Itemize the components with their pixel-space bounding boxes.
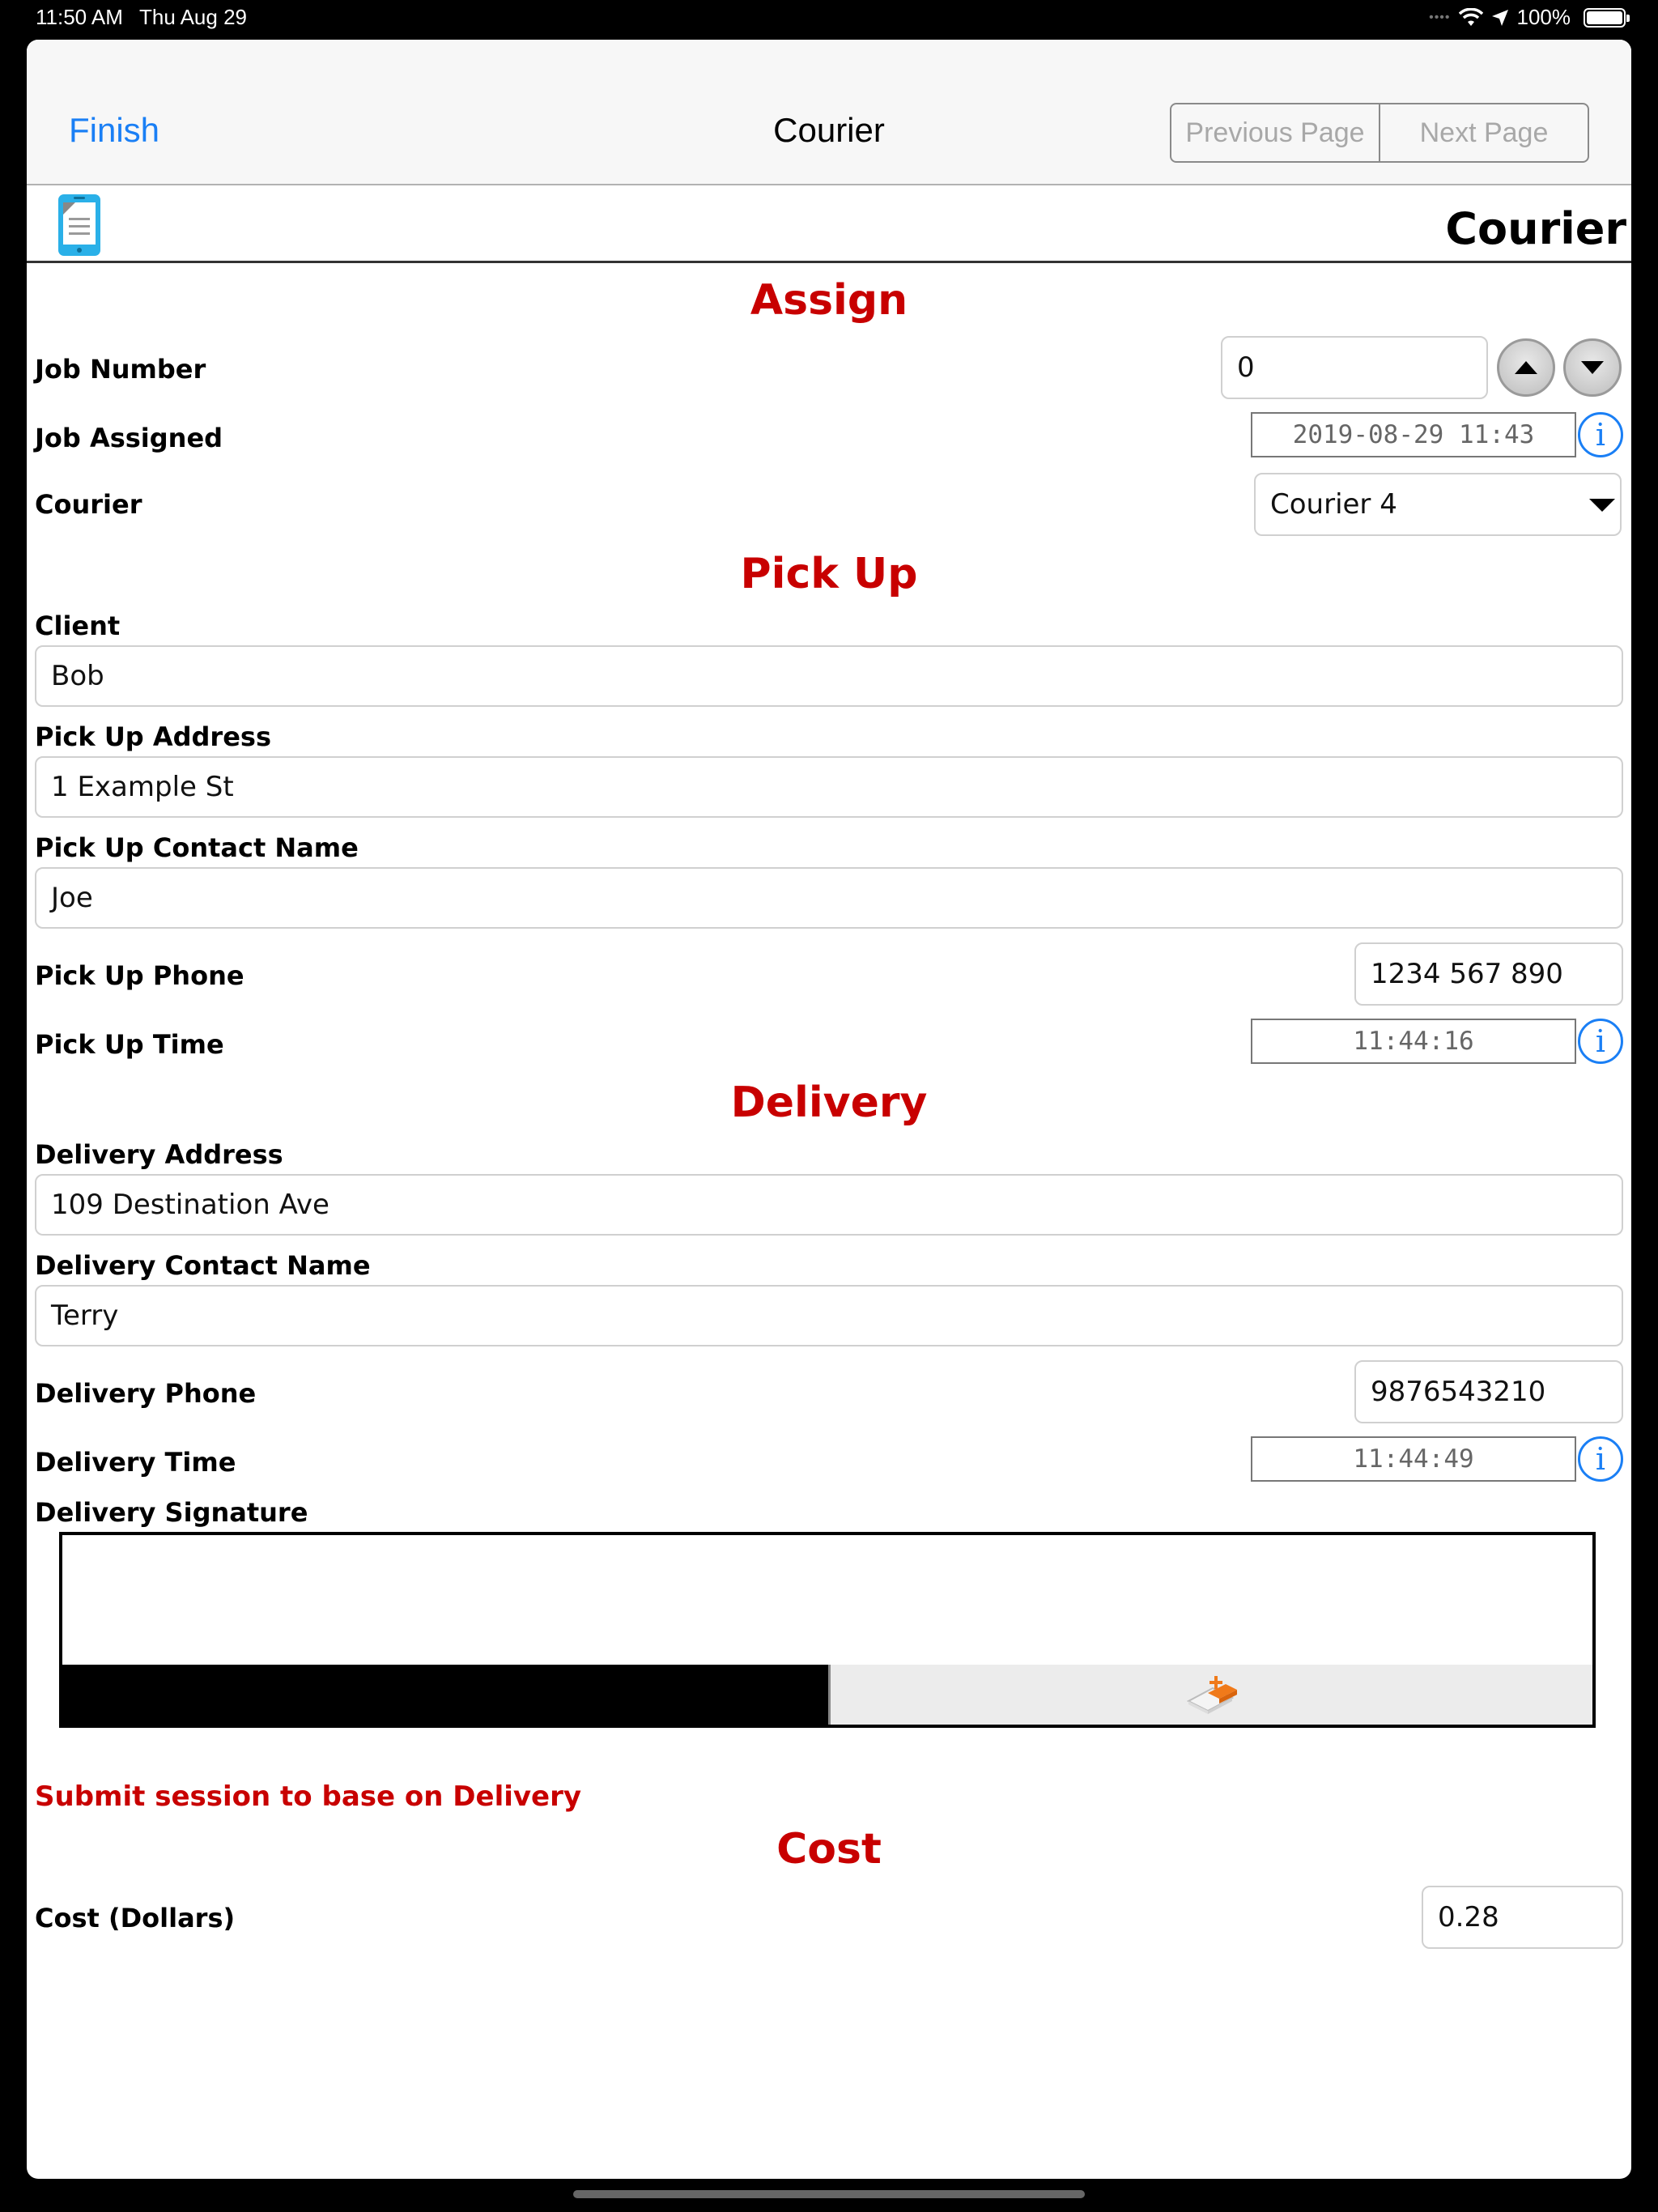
chevron-down-icon — [1581, 361, 1604, 374]
delivery-signature-label: Delivery Signature — [35, 1497, 308, 1528]
delivery-contact-input[interactable]: Terry — [35, 1285, 1623, 1346]
battery-percent: 100% — [1516, 5, 1571, 29]
job-assigned-value: 2019-08-29 11:43 — [1251, 412, 1576, 457]
next-page-button[interactable]: Next Page — [1380, 104, 1588, 161]
pickup-time-value: 11:44:16 — [1251, 1019, 1576, 1064]
job-number-increment-button[interactable] — [1497, 338, 1555, 397]
pickup-phone-label: Pick Up Phone — [35, 960, 244, 991]
form-sheet: Finish Courier Previous Page Next Page C… — [27, 40, 1631, 2179]
job-number-input[interactable]: 0 — [1221, 336, 1488, 399]
mobile-form-icon — [58, 194, 100, 256]
navigation-bar: Finish Courier Previous Page Next Page — [27, 40, 1631, 185]
wifi-icon — [1458, 7, 1483, 26]
section-title-assign: Assign — [750, 276, 908, 325]
client-label: Client — [35, 610, 121, 641]
delivery-time-info-icon[interactable]: i — [1578, 1436, 1623, 1482]
section-title-delivery: Delivery — [730, 1078, 928, 1127]
delivery-contact-label: Delivery Contact Name — [35, 1250, 371, 1281]
pickup-address-label: Pick Up Address — [35, 721, 271, 752]
cost-input[interactable]: 0.28 — [1422, 1886, 1623, 1949]
dropdown-caret-icon — [1589, 499, 1615, 512]
cost-label: Cost (Dollars) — [35, 1903, 236, 1933]
job-number-decrement-button[interactable] — [1563, 338, 1622, 397]
clear-signature-button[interactable] — [828, 1665, 1592, 1725]
pickup-contact-label: Pick Up Contact Name — [35, 832, 359, 863]
courier-label: Courier — [35, 489, 142, 520]
cellular-dots-icon: •••• — [1429, 10, 1451, 24]
delivery-phone-input[interactable]: 9876543210 — [1354, 1360, 1623, 1423]
status-right: •••• 100% — [1429, 5, 1630, 30]
status-time: 11:50 AM — [36, 5, 123, 29]
pickup-contact-input[interactable]: Joe — [35, 867, 1623, 929]
delivery-address-label: Delivery Address — [35, 1139, 283, 1170]
page-navigation: Previous Page Next Page — [1170, 103, 1589, 163]
pickup-time-label: Pick Up Time — [35, 1029, 224, 1060]
pickup-address-input[interactable]: 1 Example St — [35, 756, 1623, 818]
section-title-pickup: Pick Up — [740, 550, 918, 598]
job-assigned-info-icon[interactable]: i — [1578, 412, 1623, 457]
delivery-time-value: 11:44:49 — [1251, 1436, 1576, 1482]
delivery-time-label: Delivery Time — [35, 1447, 236, 1478]
home-indicator[interactable] — [573, 2190, 1085, 2198]
status-date: Thu Aug 29 — [139, 5, 247, 29]
location-arrow-icon — [1491, 9, 1508, 26]
eraser-icon — [1186, 1676, 1237, 1714]
courier-select[interactable]: Courier 4 — [1254, 473, 1622, 536]
battery-icon — [1584, 7, 1630, 28]
signature-bar — [62, 1665, 828, 1725]
submit-note: Submit session to base on Delivery — [35, 1780, 582, 1813]
job-number-label: Job Number — [35, 354, 206, 385]
client-input[interactable]: Bob — [35, 645, 1623, 707]
signature-pad[interactable] — [59, 1532, 1596, 1728]
delivery-address-input[interactable]: 109 Destination Ave — [35, 1174, 1623, 1236]
pickup-phone-input[interactable]: 1234 567 890 — [1354, 942, 1623, 1006]
section-title-cost: Cost — [776, 1825, 882, 1874]
chevron-up-icon — [1515, 361, 1537, 374]
status-bar: 11:50 AM Thu Aug 29 •••• 100% — [0, 0, 1658, 36]
pickup-time-info-icon[interactable]: i — [1578, 1019, 1623, 1064]
previous-page-button[interactable]: Previous Page — [1171, 104, 1380, 161]
courier-select-value: Courier 4 — [1270, 488, 1397, 521]
delivery-phone-label: Delivery Phone — [35, 1378, 257, 1409]
form-title: Courier — [1445, 203, 1626, 254]
job-assigned-label: Job Assigned — [35, 423, 223, 453]
form-header: Courier — [27, 187, 1631, 263]
